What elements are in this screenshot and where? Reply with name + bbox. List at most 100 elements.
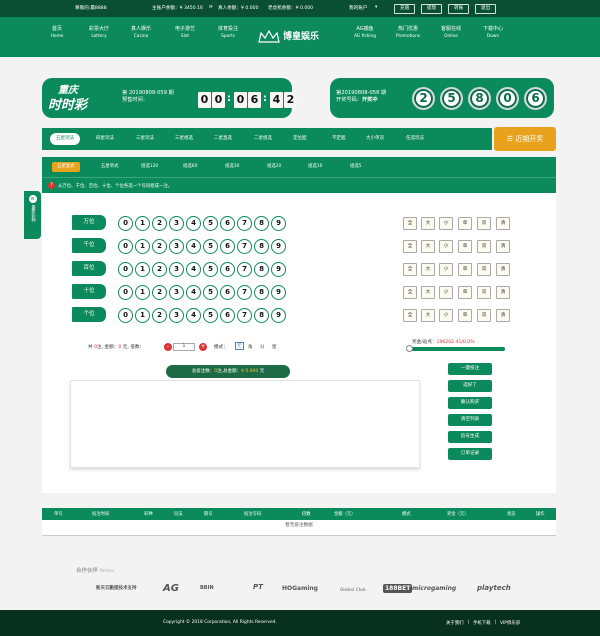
quick-select-button[interactable]: 全 [403, 240, 417, 253]
digit-ball[interactable]: 1 [135, 285, 150, 300]
quick-select-button[interactable]: 大 [421, 309, 435, 322]
tab-undetermined[interactable]: 不定胆 [326, 133, 352, 145]
digit-ball[interactable]: 9 [271, 216, 286, 231]
tab-two-star-direct[interactable]: 二星直选 [208, 133, 238, 145]
digit-ball[interactable]: 0 [118, 308, 133, 323]
quick-select-button[interactable]: 小 [439, 217, 453, 230]
digit-ball[interactable]: 6 [220, 239, 235, 254]
quick-select-button[interactable]: 全 [403, 286, 417, 299]
quick-select-button[interactable]: 单 [458, 263, 472, 276]
digit-ball[interactable]: 7 [237, 262, 252, 277]
digit-ball[interactable]: 8 [254, 239, 269, 254]
selected-button[interactable]: 选好了 [448, 380, 492, 392]
mode-fen[interactable]: 分 [260, 344, 265, 350]
digit-ball[interactable]: 9 [271, 262, 286, 277]
tab-four-star[interactable]: 四星玩法 [90, 133, 120, 145]
digit-ball[interactable]: 8 [254, 285, 269, 300]
nav-slot[interactable]: 电子游艺 Slot [165, 25, 205, 39]
transfer-button[interactable]: 转账 [448, 4, 470, 14]
quick-select-button[interactable]: 双 [477, 263, 491, 276]
digit-ball[interactable]: 2 [152, 308, 167, 323]
digit-ball[interactable]: 4 [186, 216, 201, 231]
digit-ball[interactable]: 4 [186, 262, 201, 277]
logout-button[interactable]: 退出 [475, 4, 497, 14]
digit-ball[interactable]: 6 [220, 285, 235, 300]
nav-home[interactable]: 首页 Home [37, 25, 77, 39]
subtab-five-star-single[interactable]: 五星单式 [96, 162, 124, 172]
partner-logo[interactable]: microgaming [412, 585, 456, 592]
digit-ball[interactable]: 4 [186, 308, 201, 323]
digit-ball[interactable]: 3 [169, 216, 184, 231]
nav-download[interactable]: 下载中心 Down [473, 25, 513, 39]
quick-select-button[interactable]: 大 [421, 263, 435, 276]
quick-select-button[interactable]: 清 [496, 309, 510, 322]
quick-select-button[interactable]: 双 [477, 217, 491, 230]
quick-select-button[interactable]: 单 [458, 240, 472, 253]
digit-ball[interactable]: 5 [203, 308, 218, 323]
quick-select-button[interactable]: 大 [421, 217, 435, 230]
digit-ball[interactable]: 8 [254, 308, 269, 323]
my-account-menu[interactable]: 我的账户 [349, 5, 367, 11]
deposit-button[interactable]: 充值 [394, 4, 416, 14]
tab-big-small[interactable]: 大小单双 [360, 133, 390, 145]
rebate-slider[interactable] [406, 345, 505, 352]
quick-select-button[interactable]: 单 [458, 217, 472, 230]
quick-select-button[interactable]: 小 [439, 240, 453, 253]
nav-lottery[interactable]: 彩票大厅 Lottery [79, 25, 119, 39]
quick-select-button[interactable]: 小 [439, 263, 453, 276]
quick-select-button[interactable]: 清 [496, 217, 510, 230]
digit-ball[interactable]: 9 [271, 308, 286, 323]
subtab-group20[interactable]: 组选20 [262, 162, 286, 172]
digit-ball[interactable]: 9 [271, 239, 286, 254]
clear-list-button[interactable]: 清空列表 [448, 414, 492, 426]
partner-logo[interactable]: playtech [477, 584, 511, 592]
partner-logo[interactable]: 188BET [383, 584, 413, 593]
digit-ball[interactable]: 6 [220, 216, 235, 231]
subtab-five-star-multi[interactable]: 五星复式 [52, 162, 80, 172]
digit-ball[interactable]: 0 [118, 262, 133, 277]
partner-logo[interactable]: HOGaming [282, 585, 318, 592]
quick-select-button[interactable]: 清 [496, 240, 510, 253]
multiple-input[interactable]: 1 [173, 343, 195, 351]
subtab-group120[interactable]: 组选120 [136, 162, 163, 172]
nav-casino[interactable]: 真人娱乐 Casino [121, 25, 161, 39]
digit-ball[interactable]: 1 [135, 216, 150, 231]
digit-ball[interactable]: 7 [237, 216, 252, 231]
quick-select-button[interactable]: 清 [496, 263, 510, 276]
subtab-group10[interactable]: 组选10 [303, 162, 327, 172]
partner-logo[interactable]: 新天云勤提技术支持 [96, 585, 137, 591]
digit-ball[interactable]: 3 [169, 308, 184, 323]
confirm-buy-button[interactable]: 确认购买 [448, 397, 492, 409]
digit-ball[interactable]: 0 [118, 216, 133, 231]
quick-select-button[interactable]: 清 [496, 286, 510, 299]
mode-li[interactable]: 厘 [272, 344, 277, 350]
quick-select-button[interactable]: 大 [421, 240, 435, 253]
digit-ball[interactable]: 1 [135, 239, 150, 254]
digit-ball[interactable]: 4 [186, 239, 201, 254]
digit-ball[interactable]: 5 [203, 262, 218, 277]
quick-select-button[interactable]: 全 [403, 217, 417, 230]
digit-ball[interactable]: 2 [152, 239, 167, 254]
multiple-plus-button[interactable]: + [199, 343, 207, 351]
quick-select-button[interactable]: 大 [421, 286, 435, 299]
footer-link-vip[interactable]: VIP俱乐部 [500, 620, 520, 626]
recent-draws-button[interactable]: ☰ 近期开奖 [494, 127, 556, 151]
chevron-down-icon[interactable]: ▾ [375, 5, 377, 10]
subtab-group5[interactable]: 组选5 [345, 162, 367, 172]
quick-select-button[interactable]: 全 [403, 309, 417, 322]
digit-ball[interactable]: 0 [118, 285, 133, 300]
footer-link-about[interactable]: 关于我们 [446, 620, 464, 626]
order-records-button[interactable]: 订单记录 [448, 448, 492, 460]
digit-ball[interactable]: 5 [203, 285, 218, 300]
mode-jiao[interactable]: 角 [248, 344, 253, 350]
nav-promotions[interactable]: 热门优惠 Promotions [388, 25, 428, 39]
digit-ball[interactable]: 1 [135, 308, 150, 323]
partner-logo[interactable]: AG [163, 583, 179, 594]
refresh-icon[interactable]: ⟳ [209, 5, 213, 10]
nav-sports[interactable]: 体育投注 Sports [208, 25, 248, 39]
bet-cart-list[interactable] [70, 380, 420, 468]
chase-generate-button[interactable]: 追号生成 [448, 431, 492, 443]
nav-ag-fishing[interactable]: AG捕鱼 AG fishing [345, 25, 385, 39]
latest-lottery-side-button[interactable]: ≡ 最新彩种 [24, 191, 41, 239]
quick-select-button[interactable]: 双 [477, 286, 491, 299]
